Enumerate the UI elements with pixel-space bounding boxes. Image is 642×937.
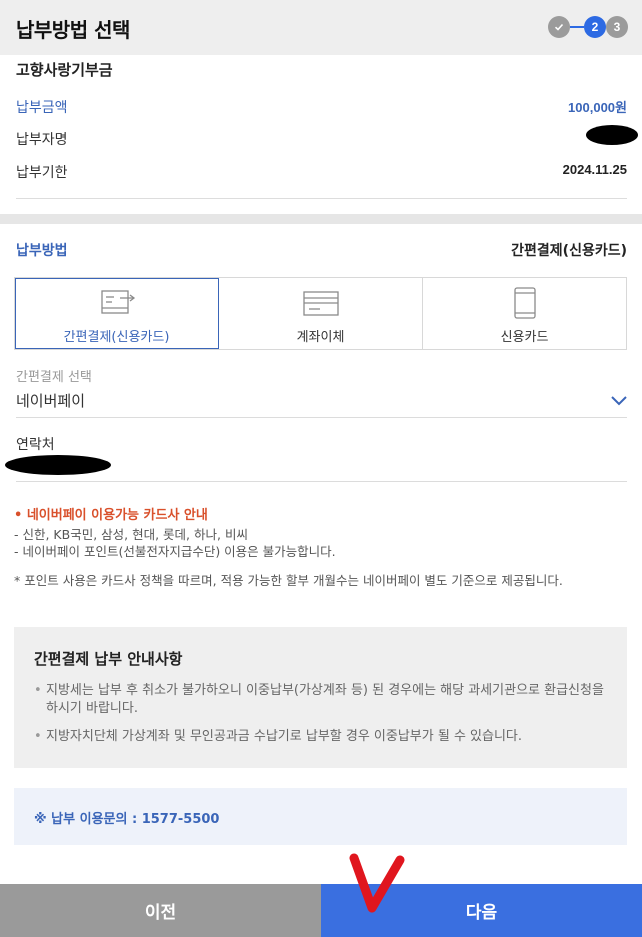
naverpay-point-notice: - 네이버페이 포인트(선불전자지급수단) 이용은 불가능합니다. [14, 544, 336, 559]
tab-easy-pay-label: 간편결제(신용카드) [63, 330, 170, 345]
step-2: 2 [584, 16, 606, 38]
tab-credit-card[interactable]: 신용카드 [423, 278, 626, 349]
installment-footnote: * 포인트 사용은 카드사 정책을 따르며, 적용 가능한 할부 개월수는 네이… [14, 573, 563, 588]
easy-pay-selected-value: 네이버페이 [16, 392, 86, 410]
redacted-payer-name [586, 125, 638, 145]
guide-item: • 지방자치단체 가상계좌 및 무인공과금 수납기로 납부할 경우 이중납부가 … [34, 728, 609, 746]
step-connector [570, 26, 584, 28]
method-row: 납부방법 간편결제(신용카드) [16, 240, 627, 262]
guide-item-text: 지방세는 납부 후 취소가 불가하오니 이중납부(가상계좌 등) 된 경우에는 … [46, 683, 604, 716]
product-name: 고향사랑기부금 [16, 61, 113, 79]
bullet-dot: • [34, 683, 42, 698]
credit-card-icon [513, 287, 536, 319]
payer-label: 납부자명 [16, 132, 68, 148]
step-indicator: 2 3 [548, 16, 628, 38]
easy-pay-select-label: 간편결제 선택 [16, 370, 92, 385]
redacted-contact [5, 455, 111, 475]
easy-pay-select[interactable]: 네이버페이 [16, 388, 627, 418]
account-transfer-icon [302, 291, 339, 316]
prev-button[interactable]: 이전 [0, 884, 321, 937]
deadline-row: 납부기한 2024.11.25 [16, 162, 627, 184]
step-1-check-icon [548, 16, 570, 38]
amount-label: 납부금액 [16, 100, 68, 116]
red-check-annotation-icon [349, 853, 405, 913]
naverpay-card-list: - 신한, KB국민, 삼성, 현대, 롯데, 하나, 비씨 [14, 527, 248, 542]
tab-easy-pay[interactable]: 간편결제(신용카드) [15, 278, 219, 349]
section-separator [0, 214, 642, 224]
header-bar: 납부방법 선택 2 3 [0, 0, 642, 55]
easy-pay-icon [100, 290, 135, 314]
amount-value: 100,000원 [568, 100, 627, 115]
easy-pay-guide-box: 간편결제 납부 안내사항 • 지방세는 납부 후 취소가 불가하오니 이중납부(… [14, 627, 627, 768]
step-3: 3 [606, 16, 628, 38]
tab-account-transfer[interactable]: 계좌이체 [219, 278, 423, 349]
contact-input-underline[interactable] [16, 481, 627, 482]
payer-row: 납부자명 [16, 129, 627, 151]
amount-row: 납부금액 100,000원 [16, 97, 627, 119]
divider [16, 198, 627, 199]
deadline-label: 납부기한 [16, 165, 68, 181]
deadline-value: 2024.11.25 [562, 162, 627, 177]
tab-account-transfer-label: 계좌이체 [296, 330, 345, 345]
method-value: 간편결제(신용카드) [511, 243, 627, 259]
guide-title: 간편결제 납부 안내사항 [34, 650, 183, 668]
contact-label: 연락처 [16, 437, 55, 453]
guide-item: • 지방세는 납부 후 취소가 불가하오니 이중납부(가상계좌 등) 된 경우에… [34, 682, 609, 718]
page-title: 납부방법 선택 [16, 18, 130, 42]
tab-credit-card-label: 신용카드 [500, 330, 549, 345]
method-label: 납부방법 [16, 243, 68, 259]
payment-method-tabs: 간편결제(신용카드) 계좌이체 신용카드 [14, 277, 627, 350]
inquiry-box: ※ 납부 이용문의 : 1577-5500 [14, 788, 627, 845]
guide-item-text: 지방자치단체 가상계좌 및 무인공과금 수납기로 납부할 경우 이중납부가 될 … [46, 729, 523, 744]
bullet-dot: • [34, 729, 42, 744]
chevron-down-icon [611, 396, 627, 406]
naverpay-card-notice-title: • 네이버페이 이용가능 카드사 안내 [14, 508, 208, 523]
inquiry-phone: ※ 납부 이용문의 : 1577-5500 [34, 812, 220, 827]
